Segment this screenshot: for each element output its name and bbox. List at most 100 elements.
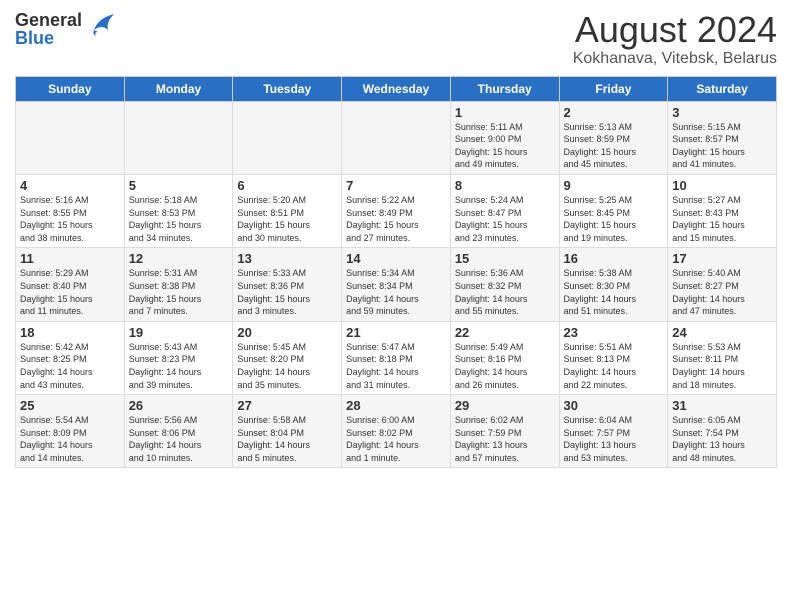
- day-number: 19: [129, 325, 229, 340]
- day-number: 25: [20, 398, 120, 413]
- calendar-cell: 22 Sunrise: 5:49 AM Sunset: 8:16 PM Dayli…: [450, 321, 559, 394]
- day-info: Sunrise: 5:43 AM Sunset: 8:23 PM Dayligh…: [129, 342, 202, 390]
- day-number: 12: [129, 251, 229, 266]
- col-wednesday: Wednesday: [342, 76, 451, 101]
- day-info: Sunrise: 5:58 AM Sunset: 8:04 PM Dayligh…: [237, 415, 310, 463]
- calendar-cell: 8 Sunrise: 5:24 AM Sunset: 8:47 PM Daylig…: [450, 174, 559, 247]
- calendar-page: General Blue August 2024 Kokhanava, Vite…: [0, 0, 792, 612]
- col-friday: Friday: [559, 76, 668, 101]
- calendar-cell: 26 Sunrise: 5:56 AM Sunset: 8:06 PM Dayli…: [124, 395, 233, 468]
- day-number: 9: [564, 178, 664, 193]
- day-number: 5: [129, 178, 229, 193]
- day-number: 31: [672, 398, 772, 413]
- day-info: Sunrise: 5:27 AM Sunset: 8:43 PM Dayligh…: [672, 195, 745, 243]
- day-number: 14: [346, 251, 446, 266]
- day-info: Sunrise: 5:40 AM Sunset: 8:27 PM Dayligh…: [672, 268, 745, 316]
- day-info: Sunrise: 5:16 AM Sunset: 8:55 PM Dayligh…: [20, 195, 93, 243]
- day-info: Sunrise: 5:54 AM Sunset: 8:09 PM Dayligh…: [20, 415, 93, 463]
- day-info: Sunrise: 6:02 AM Sunset: 7:59 PM Dayligh…: [455, 415, 528, 463]
- title-block: August 2024 Kokhanava, Vitebsk, Belarus: [573, 10, 777, 68]
- calendar-week-4: 18 Sunrise: 5:42 AM Sunset: 8:25 PM Dayli…: [16, 321, 777, 394]
- day-info: Sunrise: 5:38 AM Sunset: 8:30 PM Dayligh…: [564, 268, 637, 316]
- day-number: 15: [455, 251, 555, 266]
- calendar-cell: 28 Sunrise: 6:00 AM Sunset: 8:02 PM Dayli…: [342, 395, 451, 468]
- calendar-cell: 21Sunrise: 5:47 AM Sunset: 8:18 PM Dayli…: [342, 321, 451, 394]
- logo-bird-icon: [86, 10, 118, 42]
- day-number: 4: [20, 178, 120, 193]
- calendar-week-1: 1 Sunrise: 5:11 AM Sunset: 9:00 PM Daylig…: [16, 101, 777, 174]
- day-number: 8: [455, 178, 555, 193]
- col-monday: Monday: [124, 76, 233, 101]
- day-number: 28: [346, 398, 446, 413]
- day-number: 30: [564, 398, 664, 413]
- calendar-cell: 30 Sunrise: 6:04 AM Sunset: 7:57 PM Dayli…: [559, 395, 668, 468]
- calendar-cell: [16, 101, 125, 174]
- day-number: 3: [672, 105, 772, 120]
- day-info: Sunrise: 5:34 AM Sunset: 8:34 PM Dayligh…: [346, 268, 419, 316]
- col-tuesday: Tuesday: [233, 76, 342, 101]
- day-info: Sunrise: 6:05 AM Sunset: 7:54 PM Dayligh…: [672, 415, 745, 463]
- calendar-cell: 17 Sunrise: 5:40 AM Sunset: 8:27 PM Dayli…: [668, 248, 777, 321]
- calendar-cell: 13 Sunrise: 5:33 AM Sunset: 8:36 PM Dayli…: [233, 248, 342, 321]
- day-number: 13: [237, 251, 337, 266]
- calendar-cell: 18 Sunrise: 5:42 AM Sunset: 8:25 PM Dayli…: [16, 321, 125, 394]
- day-info: Sunrise: 5:36 AM Sunset: 8:32 PM Dayligh…: [455, 268, 528, 316]
- subtitle: Kokhanava, Vitebsk, Belarus: [573, 50, 777, 68]
- calendar-week-5: 25 Sunrise: 5:54 AM Sunset: 8:09 PM Dayli…: [16, 395, 777, 468]
- col-sunday: Sunday: [16, 76, 125, 101]
- day-info: Sunrise: 5:31 AM Sunset: 8:38 PM Dayligh…: [129, 268, 202, 316]
- calendar-cell: 1 Sunrise: 5:11 AM Sunset: 9:00 PM Daylig…: [450, 101, 559, 174]
- logo: General Blue: [15, 10, 118, 47]
- day-info: Sunrise: 6:04 AM Sunset: 7:57 PM Dayligh…: [564, 415, 637, 463]
- day-info: Sunrise: 5:24 AM Sunset: 8:47 PM Dayligh…: [455, 195, 528, 243]
- day-number: 21: [346, 325, 446, 340]
- calendar-cell: 29Sunrise: 6:02 AM Sunset: 7:59 PM Dayli…: [450, 395, 559, 468]
- calendar-cell: [342, 101, 451, 174]
- day-info: Sunrise: 5:56 AM Sunset: 8:06 PM Dayligh…: [129, 415, 202, 463]
- day-info: Sunrise: 5:22 AM Sunset: 8:49 PM Dayligh…: [346, 195, 419, 243]
- day-info: Sunrise: 5:18 AM Sunset: 8:53 PM Dayligh…: [129, 195, 202, 243]
- day-number: 23: [564, 325, 664, 340]
- day-number: 7: [346, 178, 446, 193]
- calendar-cell: 16 Sunrise: 5:38 AM Sunset: 8:30 PM Dayli…: [559, 248, 668, 321]
- day-number: 1: [455, 105, 555, 120]
- day-number: 27: [237, 398, 337, 413]
- day-info: Sunrise: 6:00 AM Sunset: 8:02 PM Dayligh…: [346, 415, 419, 463]
- header: General Blue August 2024 Kokhanava, Vite…: [15, 10, 777, 68]
- day-info: Sunrise: 5:42 AM Sunset: 8:25 PM Dayligh…: [20, 342, 93, 390]
- col-thursday: Thursday: [450, 76, 559, 101]
- calendar-cell: 3 Sunrise: 5:15 AM Sunset: 8:57 PM Daylig…: [668, 101, 777, 174]
- calendar-cell: 20 Sunrise: 5:45 AM Sunset: 8:20 PM Dayli…: [233, 321, 342, 394]
- logo-general-text: General: [15, 11, 82, 29]
- day-info: Sunrise: 5:45 AM Sunset: 8:20 PM Dayligh…: [237, 342, 310, 390]
- calendar-cell: 4 Sunrise: 5:16 AM Sunset: 8:55 PM Daylig…: [16, 174, 125, 247]
- day-number: 16: [564, 251, 664, 266]
- day-number: 18: [20, 325, 120, 340]
- day-info: Sunrise: 5:11 AM Sunset: 9:00 PM Dayligh…: [455, 122, 528, 170]
- calendar-cell: 15 Sunrise: 5:36 AM Sunset: 8:32 PM Dayli…: [450, 248, 559, 321]
- day-info: Sunrise: 5:13 AM Sunset: 8:59 PM Dayligh…: [564, 122, 637, 170]
- calendar-cell: 2Sunrise: 5:13 AM Sunset: 8:59 PM Daylig…: [559, 101, 668, 174]
- day-number: 22: [455, 325, 555, 340]
- calendar-cell: [233, 101, 342, 174]
- day-info: Sunrise: 5:49 AM Sunset: 8:16 PM Dayligh…: [455, 342, 528, 390]
- day-info: Sunrise: 5:20 AM Sunset: 8:51 PM Dayligh…: [237, 195, 310, 243]
- day-info: Sunrise: 5:33 AM Sunset: 8:36 PM Dayligh…: [237, 268, 310, 316]
- col-saturday: Saturday: [668, 76, 777, 101]
- day-number: 24: [672, 325, 772, 340]
- day-info: Sunrise: 5:15 AM Sunset: 8:57 PM Dayligh…: [672, 122, 745, 170]
- day-number: 6: [237, 178, 337, 193]
- day-number: 26: [129, 398, 229, 413]
- calendar-week-3: 11Sunrise: 5:29 AM Sunset: 8:40 PM Dayli…: [16, 248, 777, 321]
- calendar-cell: 31 Sunrise: 6:05 AM Sunset: 7:54 PM Dayli…: [668, 395, 777, 468]
- day-info: Sunrise: 5:29 AM Sunset: 8:40 PM Dayligh…: [20, 268, 93, 316]
- logo-blue-text: Blue: [15, 29, 82, 47]
- calendar-week-2: 4 Sunrise: 5:16 AM Sunset: 8:55 PM Daylig…: [16, 174, 777, 247]
- day-number: 20: [237, 325, 337, 340]
- calendar-cell: 10Sunrise: 5:27 AM Sunset: 8:43 PM Dayli…: [668, 174, 777, 247]
- day-info: Sunrise: 5:53 AM Sunset: 8:11 PM Dayligh…: [672, 342, 745, 390]
- calendar-cell: 27 Sunrise: 5:58 AM Sunset: 8:04 PM Dayli…: [233, 395, 342, 468]
- calendar-cell: 5 Sunrise: 5:18 AM Sunset: 8:53 PM Daylig…: [124, 174, 233, 247]
- calendar-cell: 23Sunrise: 5:51 AM Sunset: 8:13 PM Dayli…: [559, 321, 668, 394]
- day-number: 17: [672, 251, 772, 266]
